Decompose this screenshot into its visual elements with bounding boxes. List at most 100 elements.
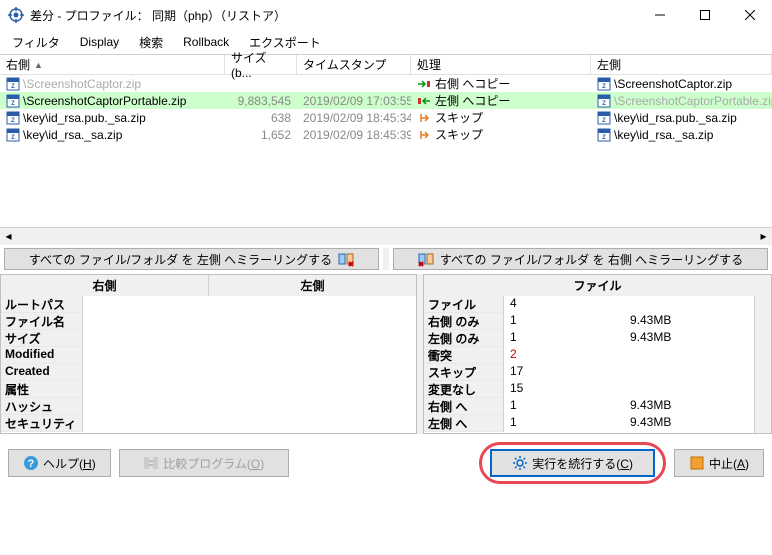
details-value [83, 330, 416, 347]
stats-row: スキップ17 [424, 364, 754, 381]
cell-left: Z\key\id_rsa.pub._sa.zip [591, 111, 772, 125]
stats-label: 衝突 [424, 347, 504, 364]
stats-label: 右側 のみ [424, 313, 504, 330]
skip-icon [417, 112, 431, 124]
details-header-right[interactable]: 右側 [1, 275, 209, 296]
details-panel: 右側 左側 ルートパスファイル名サイズ(bytes)ModifiedCreate… [0, 274, 417, 434]
col-left[interactable]: 左側 [591, 55, 772, 74]
stats-size: 9.43MB [624, 415, 754, 432]
details-label: セキュリティ [1, 415, 83, 432]
details-value [83, 364, 416, 381]
menu-search[interactable]: 検索 [131, 32, 171, 53]
compare-icon [143, 455, 159, 471]
stats-body: ファイル4右側 のみ19.43MB左側 のみ19.43MB衝突2スキップ17変更… [424, 296, 754, 433]
details-label: サイズ(bytes) [1, 330, 83, 347]
mirror-right-button[interactable]: すべての ファイル/フォルダ を 右側 へミラーリングする [393, 248, 768, 270]
stats-count: 4 [504, 296, 624, 313]
continue-button[interactable]: 実行を続行する(C) [490, 449, 655, 477]
compare-button[interactable]: 比較プログラム(O) [119, 449, 289, 477]
svg-text:Z: Z [11, 135, 15, 141]
details-label: Modified [1, 347, 83, 364]
mirror-right-icon [418, 251, 434, 267]
stats-count: 17 [504, 364, 624, 381]
mirror-left-button[interactable]: すべての ファイル/フォルダ を 左側 へミラーリングする [4, 248, 379, 270]
stats-count: 1 [504, 330, 624, 347]
details-value [83, 398, 416, 415]
info-panels: 右側 左側 ルートパスファイル名サイズ(bytes)ModifiedCreate… [0, 274, 772, 434]
cell-size: 9,883,545 [225, 94, 297, 108]
stats-row: ファイル4 [424, 296, 754, 313]
zip-file-icon: Z [597, 77, 611, 91]
titlebar: 差分 - プロファイル： 同期（php）（リストア） [0, 0, 772, 30]
menu-rollback[interactable]: Rollback [175, 33, 237, 51]
stop-button[interactable]: 中止(A) [674, 449, 764, 477]
stats-size: 9.43MB [624, 313, 754, 330]
details-header-left[interactable]: 左側 [209, 275, 416, 296]
zip-file-icon: Z [597, 128, 611, 142]
menu-display[interactable]: Display [72, 33, 127, 51]
zip-file-icon: Z [6, 111, 20, 125]
maximize-button[interactable] [682, 0, 727, 30]
mirror-row: すべての ファイル/フォルダ を 左側 へミラーリングする すべての ファイル/… [0, 244, 772, 274]
stats-panel: ファイル ファイル4右側 のみ19.43MB左側 のみ19.43MB衝突2スキッ… [423, 274, 772, 434]
skip-icon [417, 129, 431, 141]
cell-process: 左側 へコピー [411, 92, 591, 109]
stats-size: 9.43MB [624, 398, 754, 415]
stats-label: スキップ [424, 364, 504, 381]
cell-right: Z\key\id_rsa.pub._sa.zip [0, 111, 225, 125]
help-label: ヘルプ(H) [43, 455, 96, 472]
mirror-splitter[interactable] [383, 248, 389, 270]
col-right[interactable]: 右側▲ [0, 55, 225, 74]
table-row[interactable]: Z\key\id_rsa._sa.zip1,6522019/02/09 18:4… [0, 126, 772, 143]
details-value [83, 296, 416, 313]
details-value [83, 381, 416, 398]
cell-left: Z\key\id_rsa._sa.zip [591, 128, 772, 142]
cell-size: 638 [225, 111, 297, 125]
svg-text:?: ? [28, 458, 35, 470]
stop-label: 中止(A) [709, 455, 749, 472]
stop-icon [689, 455, 705, 471]
details-body: ルートパスファイル名サイズ(bytes)ModifiedCreated属性ハッシ… [1, 296, 416, 433]
cell-left: Z\ScreenshotCaptor.zip [591, 77, 772, 91]
stats-size [624, 364, 754, 381]
close-button[interactable] [727, 0, 772, 30]
stats-count: 1 [504, 415, 624, 432]
details-value [83, 347, 416, 364]
table-row[interactable]: Z\key\id_rsa.pub._sa.zip6382019/02/09 18… [0, 109, 772, 126]
cell-process: スキップ [411, 126, 591, 143]
horizontal-scrollbar[interactable]: ◂ ▸ [0, 227, 772, 244]
cell-left: Z\ScreenshotCaptorPortable.zip [591, 94, 772, 108]
stats-header[interactable]: ファイル [424, 275, 771, 296]
details-row: Modified [1, 347, 416, 364]
stats-row: 左側 へ19.43MB [424, 415, 754, 432]
minimize-button[interactable] [637, 0, 682, 30]
scroll-right-button[interactable]: ▸ [755, 228, 772, 245]
table-row[interactable]: Z\ScreenshotCaptor.zip右側 へコピーZ\Screensho… [0, 75, 772, 92]
cell-right: Z\ScreenshotCaptorPortable.zip [0, 94, 225, 108]
help-button[interactable]: ? ヘルプ(H) [8, 449, 111, 477]
stats-scrollbar[interactable] [754, 296, 771, 433]
mirror-left-label: すべての ファイル/フォルダ を 左側 へミラーリングする [29, 251, 332, 268]
svg-text:Z: Z [11, 118, 15, 124]
svg-text:Z: Z [11, 101, 15, 107]
scroll-track[interactable] [17, 228, 755, 245]
details-row: 属性 [1, 381, 416, 398]
scroll-left-button[interactable]: ◂ [0, 228, 17, 245]
details-row: ハッシュ [1, 398, 416, 415]
continue-highlight: 実行を続行する(C) [479, 442, 666, 484]
col-process[interactable]: 処理 [411, 55, 591, 74]
col-size[interactable]: サイズ (b... [225, 55, 297, 74]
table-row[interactable]: Z\ScreenshotCaptorPortable.zip9,883,5452… [0, 92, 772, 109]
grid-body[interactable]: Z\ScreenshotCaptor.zip右側 へコピーZ\Screensho… [0, 75, 772, 227]
menu-filter[interactable]: フィルタ [4, 32, 68, 53]
col-timestamp[interactable]: タイムスタンプ [297, 55, 411, 74]
stats-count: 1 [504, 398, 624, 415]
svg-text:Z: Z [602, 84, 606, 90]
details-label: Created [1, 364, 83, 381]
stats-label: 変更なし [424, 381, 504, 398]
stats-label: 左側 のみ [424, 330, 504, 347]
svg-text:Z: Z [11, 84, 15, 90]
svg-text:Z: Z [602, 118, 606, 124]
details-label: ファイル名 [1, 313, 83, 330]
details-row: Created [1, 364, 416, 381]
